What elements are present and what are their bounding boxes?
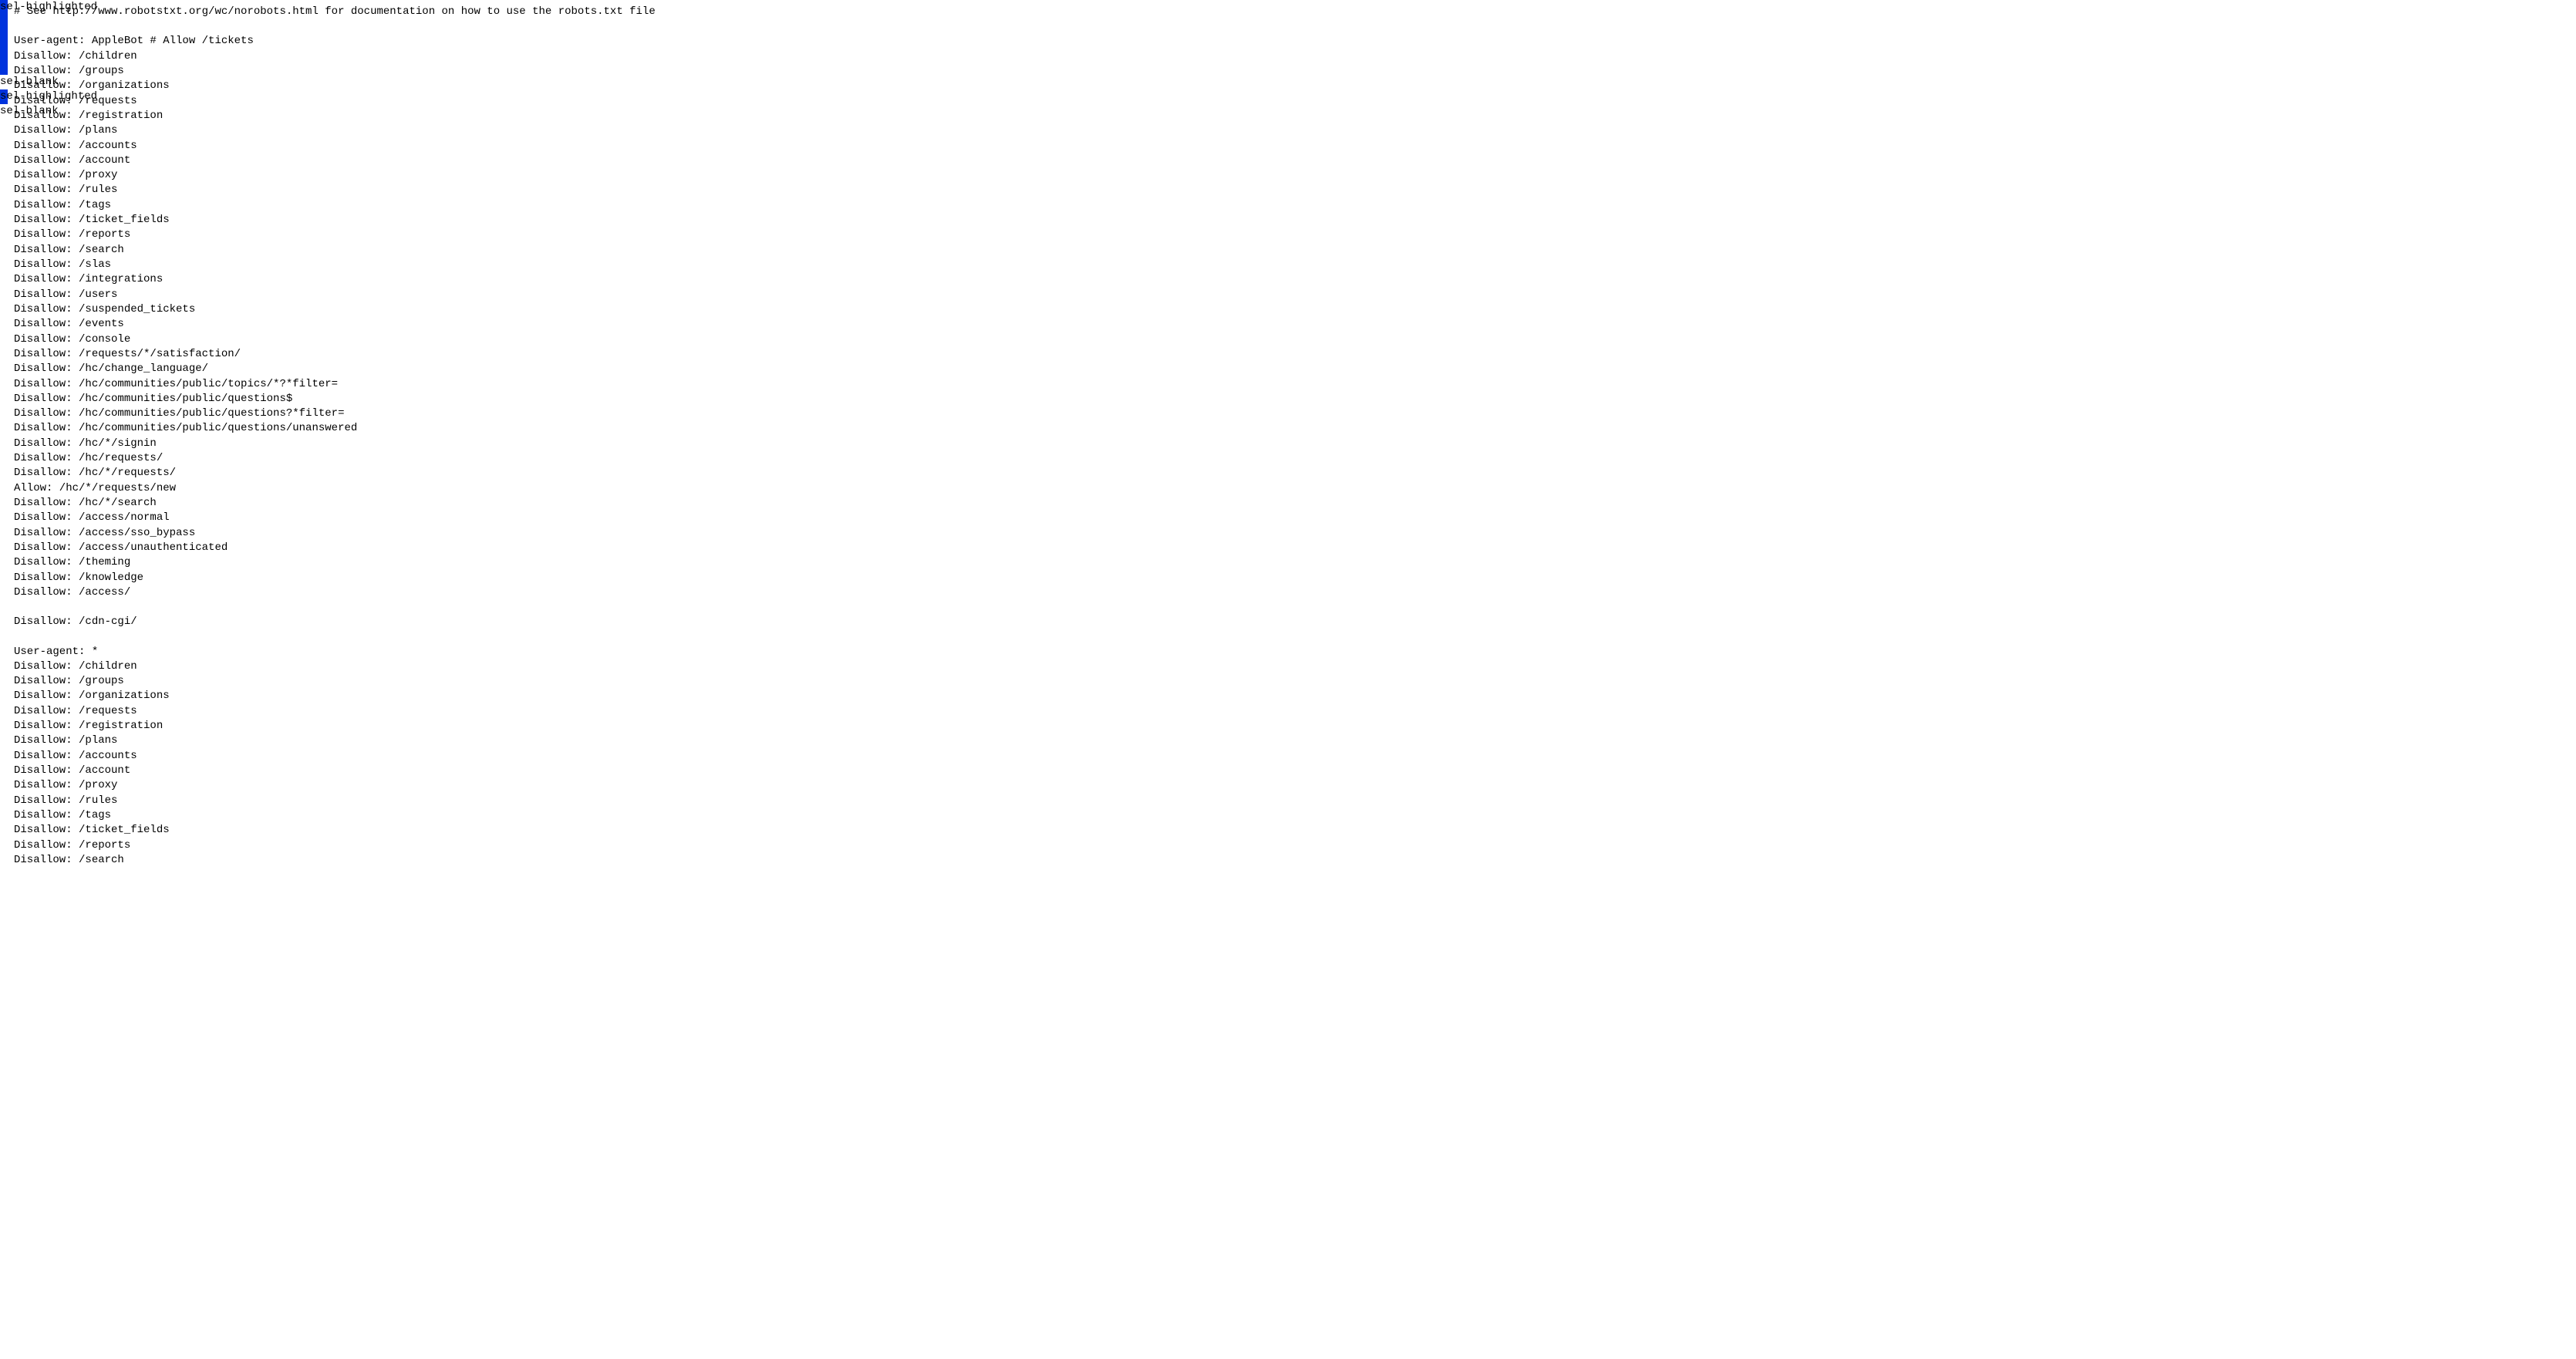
text-line: Disallow: /users: [14, 288, 656, 302]
text-line: Disallow: /registration: [14, 719, 656, 733]
text-line: Disallow: /ticket_fields: [14, 823, 656, 838]
text-line: Disallow: /access/normal: [14, 511, 656, 525]
text-line: Disallow: /hc/*/requests/: [14, 466, 656, 481]
text-line: Disallow: /registration: [14, 109, 656, 123]
text-line: Disallow: /search: [14, 853, 656, 868]
text-line: Disallow: /groups: [14, 64, 656, 79]
text-line: Disallow: /hc/communities/public/questio…: [14, 406, 656, 421]
text-line: Disallow: /events: [14, 317, 656, 332]
text-line: Disallow: /suspended_tickets: [14, 302, 656, 317]
text-line: Disallow: /cdn-cgi/: [14, 615, 656, 629]
text-line: Disallow: /slas: [14, 258, 656, 272]
text-line: Disallow: /ticket_fields: [14, 213, 656, 228]
text-line: Disallow: /hc/communities/public/questio…: [14, 392, 656, 406]
text-line: Disallow: /knowledge: [14, 571, 656, 585]
selection-gutter: sel-highlightedsel-blanksel-highlighteds…: [0, 0, 8, 878]
text-line: Disallow: /console: [14, 332, 656, 347]
text-line: [14, 630, 656, 645]
text-line: Disallow: /children: [14, 659, 656, 674]
selection-segment: sel-blank: [0, 75, 8, 89]
text-line: Disallow: /tags: [14, 198, 656, 213]
text-line: Disallow: /requests: [14, 94, 656, 109]
text-line: Disallow: /children: [14, 49, 656, 64]
text-line: Disallow: /access/unauthenticated: [14, 541, 656, 555]
text-line: Disallow: /account: [14, 764, 656, 778]
text-line: Disallow: /groups: [14, 674, 656, 689]
text-line: User-agent: *: [14, 645, 656, 659]
text-line: Disallow: /theming: [14, 555, 656, 570]
text-line: Disallow: /hc/*/search: [14, 496, 656, 511]
text-line: Disallow: /accounts: [14, 139, 656, 153]
text-line: User-agent: AppleBot # Allow /tickets: [14, 34, 656, 49]
text-line: Disallow: /search: [14, 243, 656, 258]
text-line: Disallow: /organizations: [14, 79, 656, 93]
text-line: Disallow: /proxy: [14, 168, 656, 183]
text-line: Allow: /hc/*/requests/new: [14, 481, 656, 496]
text-line: Disallow: /requests/*/satisfaction/: [14, 347, 656, 362]
selection-segment: sel-highlighted: [0, 89, 8, 104]
text-line: # See http://www.robotstxt.org/wc/norobo…: [14, 5, 656, 19]
text-line: Disallow: /plans: [14, 123, 656, 138]
text-line: Disallow: /reports: [14, 838, 656, 853]
text-line: Disallow: /account: [14, 153, 656, 168]
text-line: Disallow: /hc/communities/public/topics/…: [14, 377, 656, 392]
text-line: Disallow: /plans: [14, 733, 656, 748]
text-line: Disallow: /tags: [14, 808, 656, 823]
selection-segment: sel-highlighted: [0, 0, 8, 75]
text-line: Disallow: /accounts: [14, 749, 656, 764]
text-line: Disallow: /hc/change_language/: [14, 362, 656, 376]
text-line: Disallow: /reports: [14, 228, 656, 242]
text-line: Disallow: /requests: [14, 704, 656, 719]
selection-segment: sel-blank: [0, 104, 8, 878]
text-line: Disallow: /proxy: [14, 778, 656, 793]
text-line: Disallow: /access/sso_bypass: [14, 526, 656, 541]
robots-txt-content[interactable]: # See http://www.robotstxt.org/wc/norobo…: [8, 0, 656, 878]
text-line: [14, 600, 656, 615]
text-line: Disallow: /hc/requests/: [14, 451, 656, 466]
text-line: [14, 19, 656, 34]
text-line: Disallow: /rules: [14, 183, 656, 197]
text-line: Disallow: /organizations: [14, 689, 656, 703]
text-line: Disallow: /access/: [14, 585, 656, 600]
text-line: Disallow: /hc/communities/public/questio…: [14, 421, 656, 436]
text-line: Disallow: /integrations: [14, 272, 656, 287]
text-line: Disallow: /rules: [14, 794, 656, 808]
text-line: Disallow: /hc/*/signin: [14, 437, 656, 451]
